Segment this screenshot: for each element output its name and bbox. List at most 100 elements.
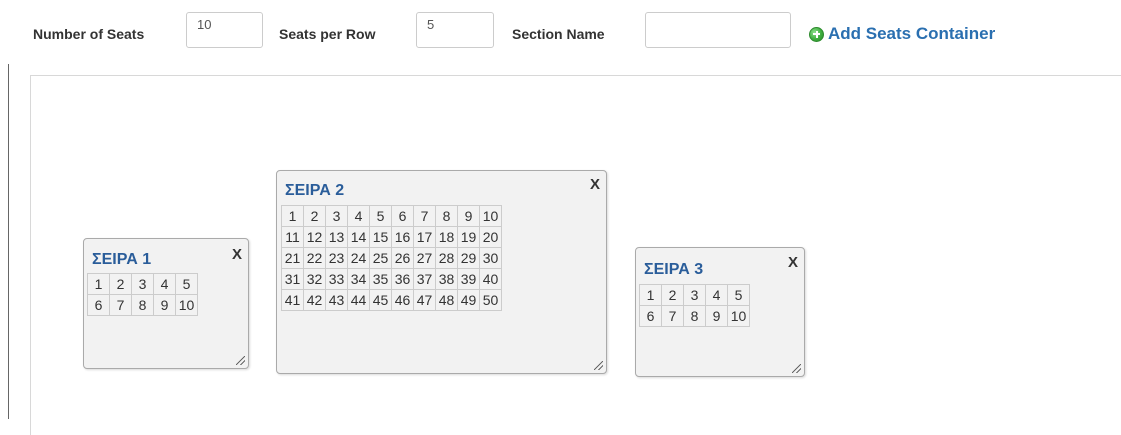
add-seats-container-button[interactable]: Add Seats Container <box>809 23 995 45</box>
resize-handle-icon[interactable] <box>594 361 603 370</box>
seat[interactable]: 47 <box>413 289 436 311</box>
seat[interactable]: 23 <box>325 247 348 269</box>
seat[interactable]: 3 <box>325 205 348 227</box>
resize-handle-icon[interactable] <box>236 356 245 365</box>
seat[interactable]: 2 <box>303 205 326 227</box>
number-of-seats-label: Number of Seats <box>33 26 145 42</box>
seat-grid: 1 2 3 4 5 6 7 8 9 10 <box>87 273 198 316</box>
close-container-button[interactable]: X <box>232 246 242 263</box>
seat[interactable]: 20 <box>479 226 502 248</box>
seat[interactable]: 40 <box>479 268 502 290</box>
seats-container-1[interactable]: ΣΕΙΡΑ 1 X 1 2 3 4 5 6 7 8 9 10 <box>83 238 249 369</box>
close-container-button[interactable]: X <box>590 176 600 193</box>
plus-circle-icon <box>809 26 824 42</box>
seat[interactable]: 16 <box>391 226 414 248</box>
seat[interactable]: 6 <box>639 305 662 327</box>
seat[interactable]: 24 <box>347 247 370 269</box>
seat[interactable]: 5 <box>369 205 392 227</box>
seat[interactable]: 50 <box>479 289 502 311</box>
toolbar: Number of Seats Seats per Row Section Na… <box>0 0 1121 70</box>
seat[interactable]: 5 <box>175 273 198 295</box>
seat[interactable]: 37 <box>413 268 436 290</box>
seat[interactable]: 38 <box>435 268 458 290</box>
seats-container-3[interactable]: ΣΕΙΡΑ 3 X 1 2 3 4 5 6 7 8 9 10 <box>635 247 805 377</box>
section-name-input[interactable] <box>645 12 791 48</box>
seat[interactable]: 8 <box>131 294 154 316</box>
seat[interactable]: 3 <box>683 284 706 306</box>
seat[interactable]: 9 <box>457 205 480 227</box>
seat[interactable]: 19 <box>457 226 480 248</box>
seat[interactable]: 49 <box>457 289 480 311</box>
seat[interactable]: 8 <box>683 305 706 327</box>
seat[interactable]: 11 <box>281 226 304 248</box>
seat[interactable]: 42 <box>303 289 326 311</box>
seat[interactable]: 27 <box>413 247 436 269</box>
number-of-seats-input[interactable] <box>186 12 263 48</box>
seat[interactable]: 18 <box>435 226 458 248</box>
seat[interactable]: 10 <box>727 305 750 327</box>
seat[interactable]: 8 <box>435 205 458 227</box>
seat[interactable]: 3 <box>131 273 154 295</box>
seat[interactable]: 33 <box>325 268 348 290</box>
seat[interactable]: 7 <box>109 294 132 316</box>
seat[interactable]: 22 <box>303 247 326 269</box>
seat[interactable]: 15 <box>369 226 392 248</box>
seat[interactable]: 9 <box>153 294 176 316</box>
seats-per-row-label: Seats per Row <box>279 26 376 42</box>
seats-per-row-input[interactable] <box>416 12 494 48</box>
seat-row: 1 2 3 4 5 <box>87 273 198 295</box>
seat-row: 41 42 43 44 45 46 47 48 49 50 <box>281 289 502 311</box>
seat[interactable]: 10 <box>479 205 502 227</box>
seat[interactable]: 39 <box>457 268 480 290</box>
seat[interactable]: 6 <box>87 294 110 316</box>
seat[interactable]: 1 <box>87 273 110 295</box>
seat[interactable]: 9 <box>705 305 728 327</box>
seat[interactable]: 1 <box>639 284 662 306</box>
left-divider <box>8 64 9 419</box>
seat[interactable]: 13 <box>325 226 348 248</box>
seat[interactable]: 14 <box>347 226 370 248</box>
seat[interactable]: 2 <box>661 284 684 306</box>
seat[interactable]: 41 <box>281 289 304 311</box>
seat[interactable]: 26 <box>391 247 414 269</box>
seat[interactable]: 2 <box>109 273 132 295</box>
container-title: ΣΕΙΡΑ 1 <box>92 251 152 268</box>
seat[interactable]: 48 <box>435 289 458 311</box>
seat-row: 11 12 13 14 15 16 17 18 19 20 <box>281 226 502 248</box>
seat[interactable]: 25 <box>369 247 392 269</box>
seat[interactable]: 44 <box>347 289 370 311</box>
seat-row: 1 2 3 4 5 <box>639 284 750 306</box>
seat[interactable]: 34 <box>347 268 370 290</box>
seat[interactable]: 4 <box>705 284 728 306</box>
seat[interactable]: 1 <box>281 205 304 227</box>
seat[interactable]: 7 <box>413 205 436 227</box>
seat-grid: 1 2 3 4 5 6 7 8 9 10 <box>639 284 750 327</box>
seat[interactable]: 4 <box>347 205 370 227</box>
seat[interactable]: 7 <box>661 305 684 327</box>
close-container-button[interactable]: X <box>788 254 798 271</box>
seat[interactable]: 46 <box>391 289 414 311</box>
seat[interactable]: 32 <box>303 268 326 290</box>
seat[interactable]: 6 <box>391 205 414 227</box>
seat[interactable]: 4 <box>153 273 176 295</box>
seat[interactable]: 10 <box>175 294 198 316</box>
seat[interactable]: 17 <box>413 226 436 248</box>
container-title: ΣΕΙΡΑ 2 <box>285 182 345 199</box>
seat[interactable]: 29 <box>457 247 480 269</box>
seat[interactable]: 28 <box>435 247 458 269</box>
seats-container-2[interactable]: ΣΕΙΡΑ 2 X 1 2 3 4 5 6 7 8 9 10 11 12 13 … <box>276 170 607 374</box>
seat[interactable]: 36 <box>391 268 414 290</box>
seat[interactable]: 5 <box>727 284 750 306</box>
seat-grid: 1 2 3 4 5 6 7 8 9 10 11 12 13 14 15 16 1… <box>281 205 502 311</box>
resize-handle-icon[interactable] <box>792 364 801 373</box>
seat-row: 21 22 23 24 25 26 27 28 29 30 <box>281 247 502 269</box>
seat[interactable]: 43 <box>325 289 348 311</box>
seat[interactable]: 12 <box>303 226 326 248</box>
seating-canvas: ΣΕΙΡΑ 1 X 1 2 3 4 5 6 7 8 9 10 ΣΕΙΡΑ 2 X <box>30 75 1121 435</box>
seat[interactable]: 35 <box>369 268 392 290</box>
container-title: ΣΕΙΡΑ 3 <box>644 261 704 278</box>
seat[interactable]: 30 <box>479 247 502 269</box>
seat[interactable]: 21 <box>281 247 304 269</box>
seat[interactable]: 45 <box>369 289 392 311</box>
seat[interactable]: 31 <box>281 268 304 290</box>
